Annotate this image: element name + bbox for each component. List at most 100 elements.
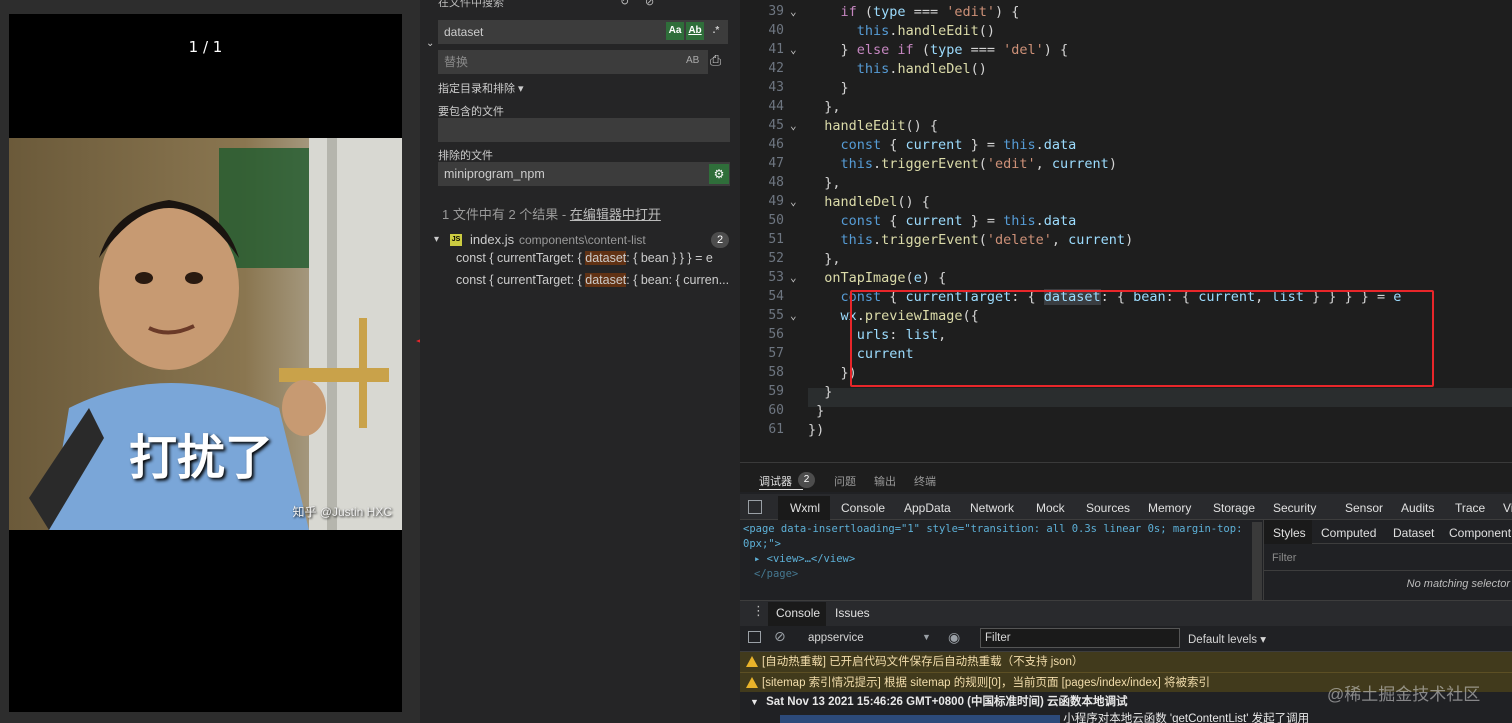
tab-storage[interactable]: Storage	[1213, 501, 1255, 515]
code-line[interactable]: }	[808, 384, 832, 400]
js-file-icon: JS	[450, 234, 462, 246]
tab-computed[interactable]: Computed	[1321, 526, 1376, 540]
fold-chevron-icon[interactable]: ⌄	[790, 195, 797, 208]
tab-sensor[interactable]: Sensor	[1345, 501, 1383, 515]
open-in-editor-link[interactable]: 在编辑器中打开	[570, 207, 661, 222]
code-line[interactable]: const { current } = this.data	[808, 137, 1077, 153]
fold-chevron-icon[interactable]: ⌄	[790, 271, 797, 284]
tab-audits[interactable]: Audits	[1401, 501, 1434, 515]
clear-results-icon[interactable]: ⊘	[645, 0, 654, 8]
sidebar-toggle-icon[interactable]	[748, 631, 761, 643]
tab-component[interactable]: Component	[1449, 526, 1511, 540]
regex-button[interactable]: .*	[707, 22, 725, 40]
line-number: 56	[768, 327, 784, 342]
result-file-name: index.js	[470, 232, 515, 247]
active-tab-underline	[759, 489, 803, 490]
refresh-icon[interactable]: ↻	[620, 0, 629, 8]
log-source-link[interactable]	[780, 714, 1060, 723]
match-whole-word-button[interactable]: Ab	[686, 22, 704, 40]
wxml-tree[interactable]: <page data-insertloading="1" style="tran…	[740, 522, 1252, 606]
result-match-1[interactable]: const { currentTarget: { dataset: { bean…	[456, 251, 713, 265]
result-file-row[interactable]: ▾ JS index.js components\content-list 2	[434, 232, 734, 252]
tab-more[interactable]: Vi	[1503, 501, 1512, 515]
chevron-down-icon[interactable]: ⌄	[426, 38, 434, 49]
tab-sources[interactable]: Sources	[1086, 501, 1130, 515]
image-preview-screen[interactable]: 1 / 1 打扰了 知乎 @Justin HXC	[9, 14, 402, 712]
fold-chevron-icon[interactable]: ⌄	[790, 309, 797, 322]
replace-input[interactable]: 替换	[438, 50, 708, 74]
context-dropdown-icon[interactable]: ▼	[922, 632, 931, 642]
match-1-after: : { bean } } } = e	[626, 251, 713, 265]
code-line[interactable]: },	[808, 99, 840, 115]
wxml-view-node[interactable]: ▸ <view>…</view>	[740, 552, 1252, 567]
match-case-button[interactable]: Aa	[666, 22, 684, 40]
code-line[interactable]: handleEdit() {	[808, 118, 938, 134]
tab-problems[interactable]: 问题	[834, 473, 856, 489]
eye-icon[interactable]: ◉	[948, 629, 960, 646]
match-1-hit: dataset	[585, 251, 627, 265]
inspect-element-icon[interactable]	[748, 500, 762, 514]
console-filter-input[interactable]: Filter	[980, 628, 1180, 648]
code-line[interactable]: this.triggerEvent('edit', current)	[808, 156, 1117, 172]
line-number: 43	[768, 80, 784, 95]
include-files-input[interactable]	[438, 118, 730, 142]
tab-wxml[interactable]: Wxml	[790, 501, 820, 515]
code-line[interactable]: this.handleDel()	[808, 61, 987, 77]
line-number: 61	[768, 422, 784, 437]
line-number: 55	[768, 308, 784, 323]
group-title: Sat Nov 13 2021 15:46:26 GMT+0800 (中国标准时…	[766, 696, 1128, 708]
tab-styles[interactable]: Styles	[1273, 526, 1306, 540]
wxml-page-node[interactable]: <page data-insertloading="1" style="tran…	[740, 522, 1252, 537]
code-line[interactable]: },	[808, 251, 840, 267]
styles-filter-input[interactable]: Filter	[1272, 552, 1296, 564]
code-editor[interactable]: 39 ⌄ if (type === 'edit') {40 this.handle…	[740, 0, 1512, 462]
code-line[interactable]: } else if (type === 'del') {	[808, 42, 1069, 58]
drawer-tab-console[interactable]: Console	[776, 606, 820, 620]
drawer-menu-icon[interactable]: ⋮	[752, 603, 765, 619]
tab-dataset[interactable]: Dataset	[1393, 526, 1434, 540]
results-summary-text: 1 文件中有 2 个结果 -	[442, 207, 570, 222]
code-line[interactable]: },	[808, 175, 840, 191]
use-exclude-settings-icon[interactable]: ⚙	[709, 164, 729, 184]
scope-toggle[interactable]: 指定目录和排除 ▾	[438, 80, 524, 96]
tab-terminal[interactable]: 终端	[914, 473, 936, 489]
result-match-2[interactable]: const { currentTarget: { dataset: { bean…	[456, 273, 729, 287]
fold-chevron-icon[interactable]: ⌄	[790, 5, 797, 18]
preserve-case-button[interactable]: AB	[686, 55, 699, 66]
code-line[interactable]: this.triggerEvent('delete', current)	[808, 232, 1134, 248]
code-line[interactable]: handleDel() {	[808, 194, 930, 210]
tab-output[interactable]: 输出	[874, 473, 896, 489]
wxml-page-open: <page data-insertloading="1" style="tran…	[743, 523, 1243, 535]
wxml-scrollbar[interactable]	[1252, 522, 1262, 602]
match-2-after: : { bean: { curren...	[626, 273, 730, 287]
fold-chevron-icon[interactable]: ⌄	[790, 119, 797, 132]
result-count-badge: 2	[711, 232, 729, 248]
code-line[interactable]: onTapImage(e) {	[808, 270, 946, 286]
line-number: 48	[768, 175, 784, 190]
search-panel: 在文件中搜索 ↻ ⊘ ⌄ dataset Aa Ab .* 替换 AB ⎙ 指定…	[420, 0, 740, 723]
code-line[interactable]: if (type === 'edit') {	[808, 4, 1020, 20]
preview-image[interactable]: 打扰了 知乎 @Justin HXC	[9, 138, 402, 530]
tab-network[interactable]: Network	[970, 501, 1014, 515]
replace-all-icon[interactable]: ⎙	[710, 52, 721, 69]
code-line[interactable]: const { current } = this.data	[808, 213, 1077, 229]
code-line[interactable]: })	[808, 422, 824, 438]
code-line[interactable]: this.handleEdit()	[808, 23, 995, 39]
fold-chevron-icon[interactable]: ⌄	[790, 43, 797, 56]
drawer-tab-issues[interactable]: Issues	[835, 606, 870, 620]
tab-security[interactable]: Security	[1273, 501, 1316, 515]
tab-mock[interactable]: Mock	[1036, 501, 1065, 515]
code-line[interactable]: }	[808, 403, 824, 419]
search-query-text: dataset	[444, 25, 484, 39]
tab-debugger[interactable]: 调试器	[759, 473, 792, 489]
tab-memory[interactable]: Memory	[1148, 501, 1191, 515]
search-input[interactable]: dataset	[438, 20, 728, 44]
exclude-files-input[interactable]: miniprogram_npm	[438, 162, 730, 186]
tab-appdata[interactable]: AppData	[904, 501, 951, 515]
log-levels-dropdown[interactable]: Default levels ▾	[1188, 632, 1266, 646]
clear-console-icon[interactable]: ⊘	[774, 628, 786, 645]
tab-console[interactable]: Console	[841, 501, 885, 515]
context-selector[interactable]: appservice	[808, 632, 864, 644]
code-line[interactable]: }	[808, 80, 849, 96]
tab-trace[interactable]: Trace	[1455, 501, 1485, 515]
